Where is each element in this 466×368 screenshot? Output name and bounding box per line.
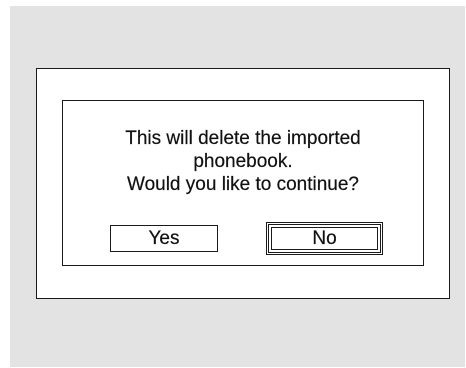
yes-button-label: Yes	[148, 228, 180, 249]
message-line-3: Would you like to continue?	[126, 174, 360, 195]
no-button-label: No	[312, 228, 337, 249]
message-line-2: phonebook.	[193, 151, 293, 172]
message-line-1: This will delete the imported	[125, 128, 361, 149]
no-button[interactable]: No	[266, 222, 383, 255]
dialog-message: This will delete the imported phonebook.…	[63, 127, 423, 196]
yes-button[interactable]: Yes	[110, 225, 218, 252]
confirm-delete-dialog: This will delete the imported phonebook.…	[62, 100, 424, 266]
